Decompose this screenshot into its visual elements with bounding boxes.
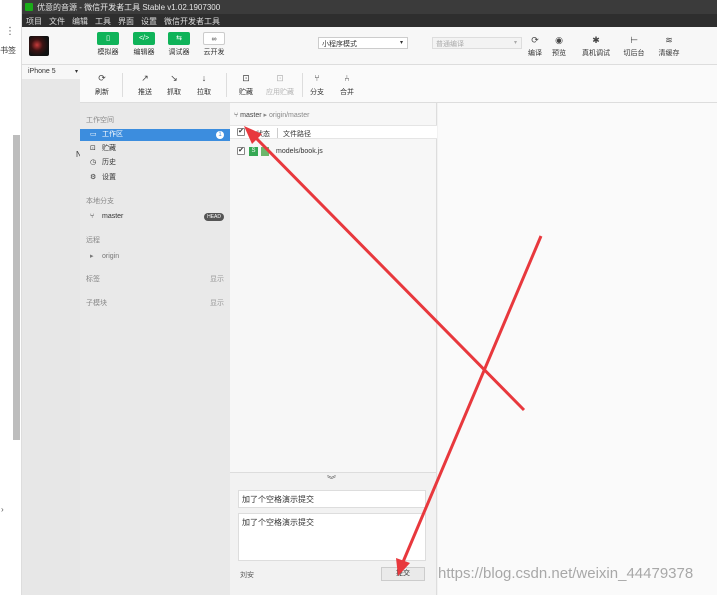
annotation-arrow [250,132,526,412]
annotation-arrow [401,235,543,563]
annotation-overlay [244,126,543,576]
annotation-arrowhead [396,558,410,576]
